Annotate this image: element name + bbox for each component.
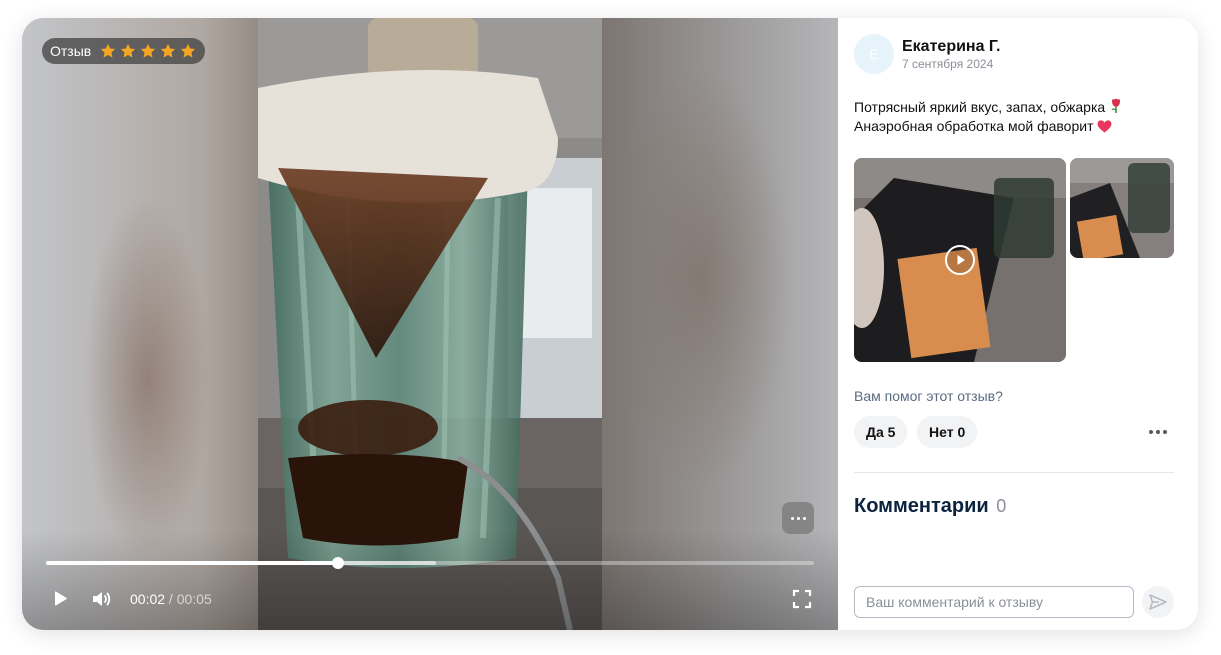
time-display: 00:02 / 00:05	[130, 591, 212, 607]
star-icon	[141, 43, 156, 58]
time-duration: 00:05	[176, 591, 212, 607]
review-badge-label: Отзыв	[50, 43, 92, 59]
avatar: Е	[854, 34, 894, 74]
heart-emoji-icon	[1098, 120, 1112, 133]
rose-emoji-icon	[1111, 98, 1121, 113]
comment-input[interactable]	[854, 586, 1134, 618]
star-icon	[181, 43, 196, 58]
star-rating	[99, 42, 197, 60]
review-more-button[interactable]	[1146, 426, 1170, 438]
vote-no-button[interactable]: Нет 0	[917, 416, 978, 448]
star-icon	[161, 43, 176, 58]
review-date: 7 сентября 2024	[902, 57, 994, 71]
send-icon	[1149, 594, 1167, 610]
star-icon	[101, 43, 116, 58]
more-dots-icon	[1149, 430, 1153, 434]
play-icon[interactable]	[50, 589, 70, 609]
comments-heading: Комментарии 0	[854, 495, 1007, 517]
vote-yes-button[interactable]: Да 5	[854, 416, 908, 448]
fullscreen-icon[interactable]	[792, 589, 812, 609]
time-current: 00:02	[130, 591, 166, 607]
volume-icon[interactable]	[90, 588, 112, 610]
more-dots-icon	[790, 516, 794, 520]
send-button[interactable]	[1142, 586, 1174, 618]
author-name: Екатерина Г.	[902, 38, 1001, 55]
review-card: Отзыв 00:02 / 00:05 Е Екатерина Г. 7 сен…	[22, 18, 1198, 630]
review-text-line-2: Анаэробная обработка мой фаворит	[854, 117, 1174, 136]
divider	[854, 472, 1174, 473]
review-video-thumbnail[interactable]	[854, 158, 1066, 362]
comments-count: 0	[996, 496, 1007, 516]
review-text: Потрясный яркий вкус, запах, обжарка Ана…	[854, 98, 1174, 136]
video-player[interactable]: Отзыв 00:02 / 00:05	[22, 18, 838, 630]
thumbnail-play-icon	[945, 245, 975, 275]
progress-played	[46, 561, 338, 565]
helpful-question: Вам помог этот отзыв?	[854, 388, 1003, 404]
review-text-line-1: Потрясный яркий вкус, запах, обжарка	[854, 98, 1174, 117]
review-photo-thumbnail[interactable]	[1070, 158, 1174, 258]
review-panel: Е Екатерина Г. 7 сентября 2024 Потрясный…	[838, 18, 1198, 630]
review-badge: Отзыв	[42, 38, 206, 64]
controls-overlay	[22, 530, 838, 630]
progress-bar[interactable]	[46, 557, 814, 569]
star-icon	[121, 43, 136, 58]
time-separator: /	[165, 591, 177, 607]
progress-handle[interactable]	[331, 557, 344, 569]
